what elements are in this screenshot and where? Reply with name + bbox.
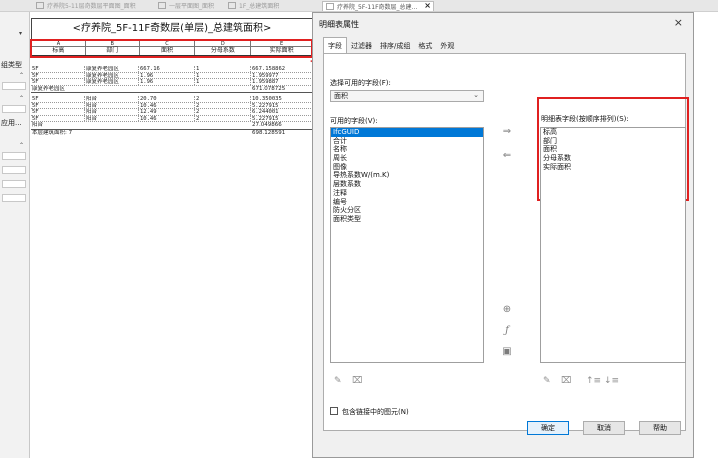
list-item[interactable]: 分母系数 bbox=[541, 154, 685, 163]
add-parameter-icon[interactable]: ⇒ bbox=[501, 126, 513, 137]
new-parameter-icon[interactable]: ⊕ bbox=[501, 304, 513, 315]
list-item[interactable]: 注释 bbox=[331, 189, 483, 198]
background-area bbox=[694, 12, 718, 458]
selected-fields-label: 明细表字段(按顺序排列)(S): bbox=[541, 115, 629, 123]
include-linked-label: 包含链接中的图元(N) bbox=[342, 408, 409, 416]
tab-filter[interactable]: 过滤器 bbox=[347, 39, 376, 53]
tab-fields[interactable]: 字段 bbox=[323, 37, 347, 53]
available-fields-list[interactable]: IfcGUID 合计 名称 周长 图像 导热系数W/(m.K) 层数系数 注释 编号 防火分区 面积… bbox=[330, 127, 484, 363]
edit-icon[interactable]: ✎ bbox=[543, 376, 551, 386]
move-down-icon[interactable]: ↓≡ bbox=[604, 376, 619, 386]
help-button[interactable]: 帮助 bbox=[639, 421, 681, 435]
list-item[interactable]: 周长 bbox=[331, 154, 483, 163]
move-up-icon[interactable]: ↑≡ bbox=[586, 376, 601, 386]
list-item[interactable]: 面积类型 bbox=[331, 215, 483, 224]
list-item[interactable]: 标高 bbox=[541, 128, 685, 137]
available-fields-label: 可用的字段(V): bbox=[330, 117, 378, 125]
delete-icon[interactable]: ⌧ bbox=[352, 376, 362, 386]
calculated-value-icon[interactable]: ƒ bbox=[501, 325, 513, 336]
list-item[interactable]: 部门 bbox=[541, 137, 685, 146]
ok-button[interactable]: 确定 bbox=[527, 421, 569, 435]
delete-icon[interactable]: ⌧ bbox=[561, 376, 571, 386]
selected-fields-list[interactable]: 标高 部门 面积 分母系数 实际面积 bbox=[540, 127, 686, 363]
dialog-tabs: 字段 过滤器 排序/成组 格式 外观 bbox=[323, 37, 458, 53]
remove-parameter-icon[interactable]: ⇐ bbox=[501, 150, 513, 161]
include-linked-checkbox[interactable] bbox=[330, 407, 338, 415]
dialog-title: 明细表属性 bbox=[319, 20, 359, 29]
chevron-down-icon: ⌄ bbox=[473, 91, 479, 99]
list-item[interactable]: 编号 bbox=[331, 198, 483, 207]
tab-sorting[interactable]: 排序/成组 bbox=[376, 39, 414, 53]
fields-panel: 选择可用的字段(F): 面积 ⌄ 可用的字段(V): IfcGUID 合计 名称 周长… bbox=[323, 53, 689, 431]
category-select[interactable]: 面积 ⌄ bbox=[330, 90, 484, 102]
list-item[interactable]: IfcGUID bbox=[331, 128, 483, 137]
list-item[interactable]: 面积 bbox=[541, 145, 685, 154]
list-item[interactable]: 实际面积 bbox=[541, 163, 685, 172]
schedule-properties-dialog: 明细表属性 × 字段 过滤器 排序/成组 格式 外观 选择可用的字段(F): 面… bbox=[312, 12, 694, 458]
tab-appearance[interactable]: 外观 bbox=[436, 39, 458, 53]
list-item[interactable]: 防火分区 bbox=[331, 206, 483, 215]
tab-formatting[interactable]: 格式 bbox=[414, 39, 436, 53]
close-icon[interactable]: × bbox=[674, 16, 683, 29]
cancel-button[interactable]: 取消 bbox=[583, 421, 625, 435]
select-from-label: 选择可用的字段(F): bbox=[330, 79, 391, 87]
combine-parameters-icon[interactable]: ▣ bbox=[501, 346, 513, 357]
list-item[interactable]: 导热系数W/(m.K) bbox=[331, 171, 483, 180]
list-item[interactable]: 合计 bbox=[331, 137, 483, 146]
list-item[interactable]: 层数系数 bbox=[331, 180, 483, 189]
edit-icon[interactable]: ✎ bbox=[334, 376, 342, 386]
list-item[interactable]: 名称 bbox=[331, 145, 483, 154]
